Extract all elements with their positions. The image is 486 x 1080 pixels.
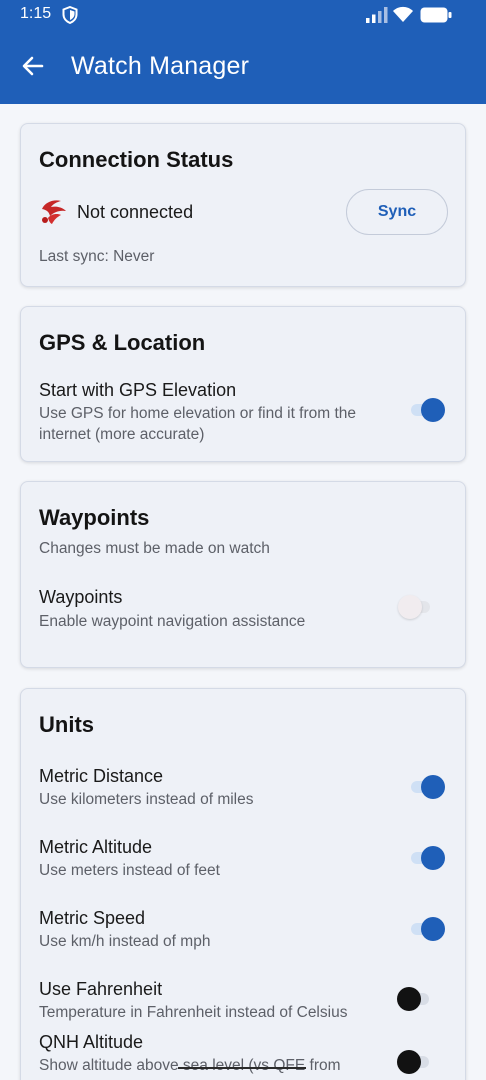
gps-elevation-toggle[interactable]: [409, 397, 445, 423]
sync-button[interactable]: Sync: [346, 189, 448, 235]
connection-status-card: Connection Status Not connected Sync Las…: [20, 123, 466, 287]
status-time: 1:15: [20, 5, 52, 22]
battery-icon: [420, 7, 452, 23]
signal-icon: [366, 7, 388, 23]
page-title: Watch Manager: [71, 52, 250, 80]
metric-altitude-title: Metric Altitude: [39, 837, 153, 857]
toggle-thumb: [421, 775, 445, 799]
use-fahrenheit-subtitle: Temperature in Fahrenheit instead of Cel…: [39, 1004, 348, 1021]
waypoints-heading: Waypoints: [39, 505, 150, 530]
metric-speed-toggle[interactable]: [409, 916, 445, 942]
metric-distance-title: Metric Distance: [39, 766, 164, 786]
gps-location-card: GPS & Location Start with GPS Elevation …: [20, 306, 466, 462]
gps-elevation-title: Start with GPS Elevation: [39, 380, 237, 400]
waypoints-setting-title: Waypoints: [39, 587, 123, 607]
units-heading: Units: [39, 712, 94, 737]
waypoints-setting-subtitle: Enable waypoint navigation assistance: [39, 613, 306, 630]
metric-distance-toggle[interactable]: [409, 774, 445, 800]
connection-status-heading: Connection Status: [39, 147, 234, 172]
disconnected-icon: [42, 200, 66, 224]
app-bar: 1:15 Watch Manager: [0, 0, 486, 104]
qnh-altitude-subtitle: Show altitude above sea level (vs QFE fr…: [39, 1057, 341, 1074]
gps-location-heading: GPS & Location: [39, 330, 206, 355]
shield-icon: [62, 6, 78, 24]
qnh-altitude-toggle[interactable]: [397, 1049, 433, 1075]
wifi-icon: [393, 6, 413, 22]
use-fahrenheit-title: Use Fahrenheit: [39, 979, 163, 999]
last-sync-text: Last sync: Never: [39, 248, 155, 265]
back-arrow-icon[interactable]: [20, 53, 46, 79]
toggle-thumb: [397, 1050, 421, 1074]
units-card: Units Metric Distance Use kilometers ins…: [20, 688, 466, 1080]
toggle-thumb: [421, 846, 445, 870]
gps-elevation-subtitle-2: internet (more accurate): [39, 426, 205, 443]
toggle-thumb: [398, 595, 422, 619]
connection-status-text: Not connected: [77, 202, 194, 222]
waypoints-note: Changes must be made on watch: [39, 540, 270, 557]
gesture-bar: [178, 1067, 306, 1069]
metric-speed-subtitle: Use km/h instead of mph: [39, 933, 211, 950]
toggle-thumb: [397, 987, 421, 1011]
waypoints-toggle[interactable]: [398, 594, 434, 620]
gps-elevation-subtitle-1: Use GPS for home elevation or find it fr…: [39, 405, 357, 422]
waypoints-card: Waypoints Changes must be made on watch …: [20, 481, 466, 668]
status-bar: 1:15: [0, 0, 486, 30]
toggle-thumb: [421, 398, 445, 422]
use-fahrenheit-toggle[interactable]: [397, 986, 433, 1012]
metric-speed-title: Metric Speed: [39, 908, 146, 928]
qnh-altitude-title: QNH Altitude: [39, 1032, 144, 1052]
metric-altitude-toggle[interactable]: [409, 845, 445, 871]
metric-distance-subtitle: Use kilometers instead of miles: [39, 791, 254, 808]
toggle-thumb: [421, 917, 445, 941]
metric-altitude-subtitle: Use meters instead of feet: [39, 862, 220, 879]
